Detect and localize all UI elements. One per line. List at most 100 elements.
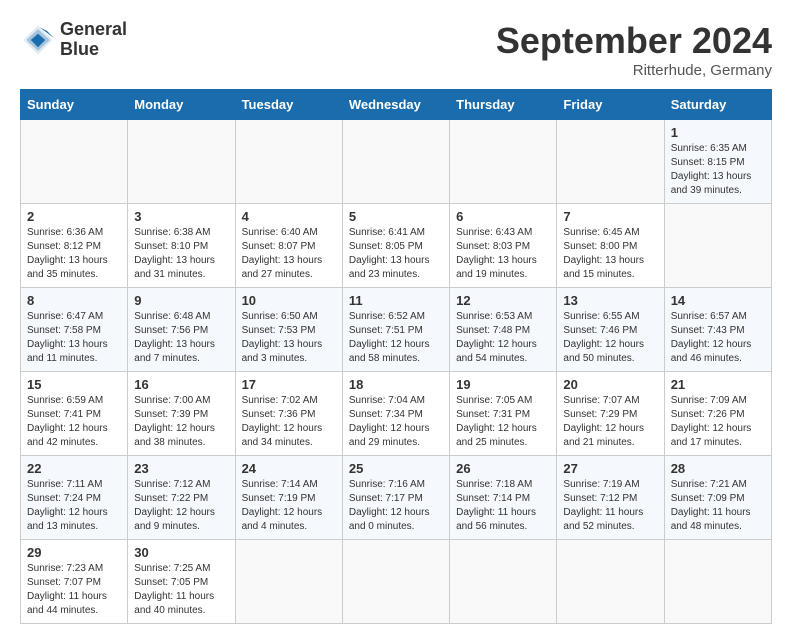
month-title: September 2024 (496, 20, 772, 62)
title-block: September 2024 Ritterhude, Germany (496, 20, 772, 79)
calendar-cell: 5 Sunrise: 6:41 AM Sunset: 8:05 PM Dayli… (342, 204, 449, 288)
calendar-cell: 9 Sunrise: 6:48 AM Sunset: 7:56 PM Dayli… (128, 288, 235, 372)
day-detail: Sunrise: 7:18 AM Sunset: 7:14 PM Dayligh… (456, 478, 550, 534)
day-detail: Sunrise: 7:00 AM Sunset: 7:39 PM Dayligh… (134, 394, 228, 450)
day-detail: Sunrise: 6:55 AM Sunset: 7:46 PM Dayligh… (563, 310, 657, 366)
week-row-6: 29 Sunrise: 7:23 AM Sunset: 7:07 PM Dayl… (21, 540, 772, 624)
calendar-cell: 26 Sunrise: 7:18 AM Sunset: 7:14 PM Dayl… (450, 456, 557, 540)
day-detail: Sunrise: 6:57 AM Sunset: 7:43 PM Dayligh… (671, 310, 765, 366)
day-number: 17 (242, 377, 336, 392)
day-number: 28 (671, 461, 765, 476)
day-detail: Sunrise: 7:16 AM Sunset: 7:17 PM Dayligh… (349, 478, 443, 534)
day-header-monday: Monday (128, 90, 235, 120)
day-number: 29 (27, 545, 121, 560)
calendar-cell: 15 Sunrise: 6:59 AM Sunset: 7:41 PM Dayl… (21, 372, 128, 456)
calendar-cell: 12 Sunrise: 6:53 AM Sunset: 7:48 PM Dayl… (450, 288, 557, 372)
day-number: 4 (242, 209, 336, 224)
calendar-cell: 18 Sunrise: 7:04 AM Sunset: 7:34 PM Dayl… (342, 372, 449, 456)
calendar-cell: 17 Sunrise: 7:02 AM Sunset: 7:36 PM Dayl… (235, 372, 342, 456)
calendar-cell: 19 Sunrise: 7:05 AM Sunset: 7:31 PM Dayl… (450, 372, 557, 456)
day-number: 19 (456, 377, 550, 392)
calendar-cell: 6 Sunrise: 6:43 AM Sunset: 8:03 PM Dayli… (450, 204, 557, 288)
calendar-cell: 29 Sunrise: 7:23 AM Sunset: 7:07 PM Dayl… (21, 540, 128, 624)
location-subtitle: Ritterhude, Germany (496, 62, 772, 79)
calendar-cell: 24 Sunrise: 7:14 AM Sunset: 7:19 PM Dayl… (235, 456, 342, 540)
calendar-cell: 23 Sunrise: 7:12 AM Sunset: 7:22 PM Dayl… (128, 456, 235, 540)
day-number: 2 (27, 209, 121, 224)
day-header-tuesday: Tuesday (235, 90, 342, 120)
day-detail: Sunrise: 7:25 AM Sunset: 7:05 PM Dayligh… (134, 562, 228, 618)
day-detail: Sunrise: 6:40 AM Sunset: 8:07 PM Dayligh… (242, 226, 336, 282)
calendar-cell: 14 Sunrise: 6:57 AM Sunset: 7:43 PM Dayl… (664, 288, 771, 372)
calendar-cell: 1 Sunrise: 6:35 AM Sunset: 8:15 PM Dayli… (664, 120, 771, 204)
calendar-cell: 11 Sunrise: 6:52 AM Sunset: 7:51 PM Dayl… (342, 288, 449, 372)
calendar-cell: 3 Sunrise: 6:38 AM Sunset: 8:10 PM Dayli… (128, 204, 235, 288)
day-number: 18 (349, 377, 443, 392)
day-number: 20 (563, 377, 657, 392)
day-number: 24 (242, 461, 336, 476)
calendar-cell: 27 Sunrise: 7:19 AM Sunset: 7:12 PM Dayl… (557, 456, 664, 540)
day-detail: Sunrise: 6:52 AM Sunset: 7:51 PM Dayligh… (349, 310, 443, 366)
day-number: 27 (563, 461, 657, 476)
calendar-cell (664, 540, 771, 624)
day-detail: Sunrise: 6:41 AM Sunset: 8:05 PM Dayligh… (349, 226, 443, 282)
day-detail: Sunrise: 7:23 AM Sunset: 7:07 PM Dayligh… (27, 562, 121, 618)
calendar-cell: 20 Sunrise: 7:07 AM Sunset: 7:29 PM Dayl… (557, 372, 664, 456)
day-number: 11 (349, 293, 443, 308)
logo-text: General Blue (60, 20, 127, 60)
day-number: 7 (563, 209, 657, 224)
day-number: 16 (134, 377, 228, 392)
day-detail: Sunrise: 6:48 AM Sunset: 7:56 PM Dayligh… (134, 310, 228, 366)
day-detail: Sunrise: 7:11 AM Sunset: 7:24 PM Dayligh… (27, 478, 121, 534)
calendar-cell: 10 Sunrise: 6:50 AM Sunset: 7:53 PM Dayl… (235, 288, 342, 372)
calendar-cell (557, 540, 664, 624)
day-number: 9 (134, 293, 228, 308)
day-number: 12 (456, 293, 550, 308)
logo: General Blue (20, 20, 127, 60)
day-detail: Sunrise: 6:53 AM Sunset: 7:48 PM Dayligh… (456, 310, 550, 366)
day-detail: Sunrise: 6:43 AM Sunset: 8:03 PM Dayligh… (456, 226, 550, 282)
day-detail: Sunrise: 6:38 AM Sunset: 8:10 PM Dayligh… (134, 226, 228, 282)
calendar-cell (21, 120, 128, 204)
calendar-cell (664, 204, 771, 288)
day-number: 6 (456, 209, 550, 224)
day-detail: Sunrise: 7:21 AM Sunset: 7:09 PM Dayligh… (671, 478, 765, 534)
day-number: 10 (242, 293, 336, 308)
day-number: 26 (456, 461, 550, 476)
calendar-cell: 16 Sunrise: 7:00 AM Sunset: 7:39 PM Dayl… (128, 372, 235, 456)
calendar-cell (450, 120, 557, 204)
header-row: SundayMondayTuesdayWednesdayThursdayFrid… (21, 90, 772, 120)
calendar-cell (557, 120, 664, 204)
calendar-cell (128, 120, 235, 204)
week-row-1: 1 Sunrise: 6:35 AM Sunset: 8:15 PM Dayli… (21, 120, 772, 204)
day-number: 14 (671, 293, 765, 308)
day-number: 13 (563, 293, 657, 308)
week-row-4: 15 Sunrise: 6:59 AM Sunset: 7:41 PM Dayl… (21, 372, 772, 456)
day-detail: Sunrise: 7:19 AM Sunset: 7:12 PM Dayligh… (563, 478, 657, 534)
calendar-table: SundayMondayTuesdayWednesdayThursdayFrid… (20, 89, 772, 624)
day-number: 8 (27, 293, 121, 308)
day-number: 1 (671, 125, 765, 140)
day-header-saturday: Saturday (664, 90, 771, 120)
day-number: 23 (134, 461, 228, 476)
calendar-cell: 4 Sunrise: 6:40 AM Sunset: 8:07 PM Dayli… (235, 204, 342, 288)
calendar-cell: 8 Sunrise: 6:47 AM Sunset: 7:58 PM Dayli… (21, 288, 128, 372)
day-number: 3 (134, 209, 228, 224)
day-detail: Sunrise: 7:05 AM Sunset: 7:31 PM Dayligh… (456, 394, 550, 450)
day-header-friday: Friday (557, 90, 664, 120)
day-number: 25 (349, 461, 443, 476)
calendar-cell (342, 120, 449, 204)
day-detail: Sunrise: 7:07 AM Sunset: 7:29 PM Dayligh… (563, 394, 657, 450)
day-detail: Sunrise: 7:04 AM Sunset: 7:34 PM Dayligh… (349, 394, 443, 450)
calendar-cell: 13 Sunrise: 6:55 AM Sunset: 7:46 PM Dayl… (557, 288, 664, 372)
day-detail: Sunrise: 6:36 AM Sunset: 8:12 PM Dayligh… (27, 226, 121, 282)
calendar-cell: 2 Sunrise: 6:36 AM Sunset: 8:12 PM Dayli… (21, 204, 128, 288)
week-row-2: 2 Sunrise: 6:36 AM Sunset: 8:12 PM Dayli… (21, 204, 772, 288)
calendar-cell: 28 Sunrise: 7:21 AM Sunset: 7:09 PM Dayl… (664, 456, 771, 540)
day-header-sunday: Sunday (21, 90, 128, 120)
calendar-cell: 7 Sunrise: 6:45 AM Sunset: 8:00 PM Dayli… (557, 204, 664, 288)
day-header-wednesday: Wednesday (342, 90, 449, 120)
calendar-cell: 25 Sunrise: 7:16 AM Sunset: 7:17 PM Dayl… (342, 456, 449, 540)
day-number: 5 (349, 209, 443, 224)
week-row-5: 22 Sunrise: 7:11 AM Sunset: 7:24 PM Dayl… (21, 456, 772, 540)
